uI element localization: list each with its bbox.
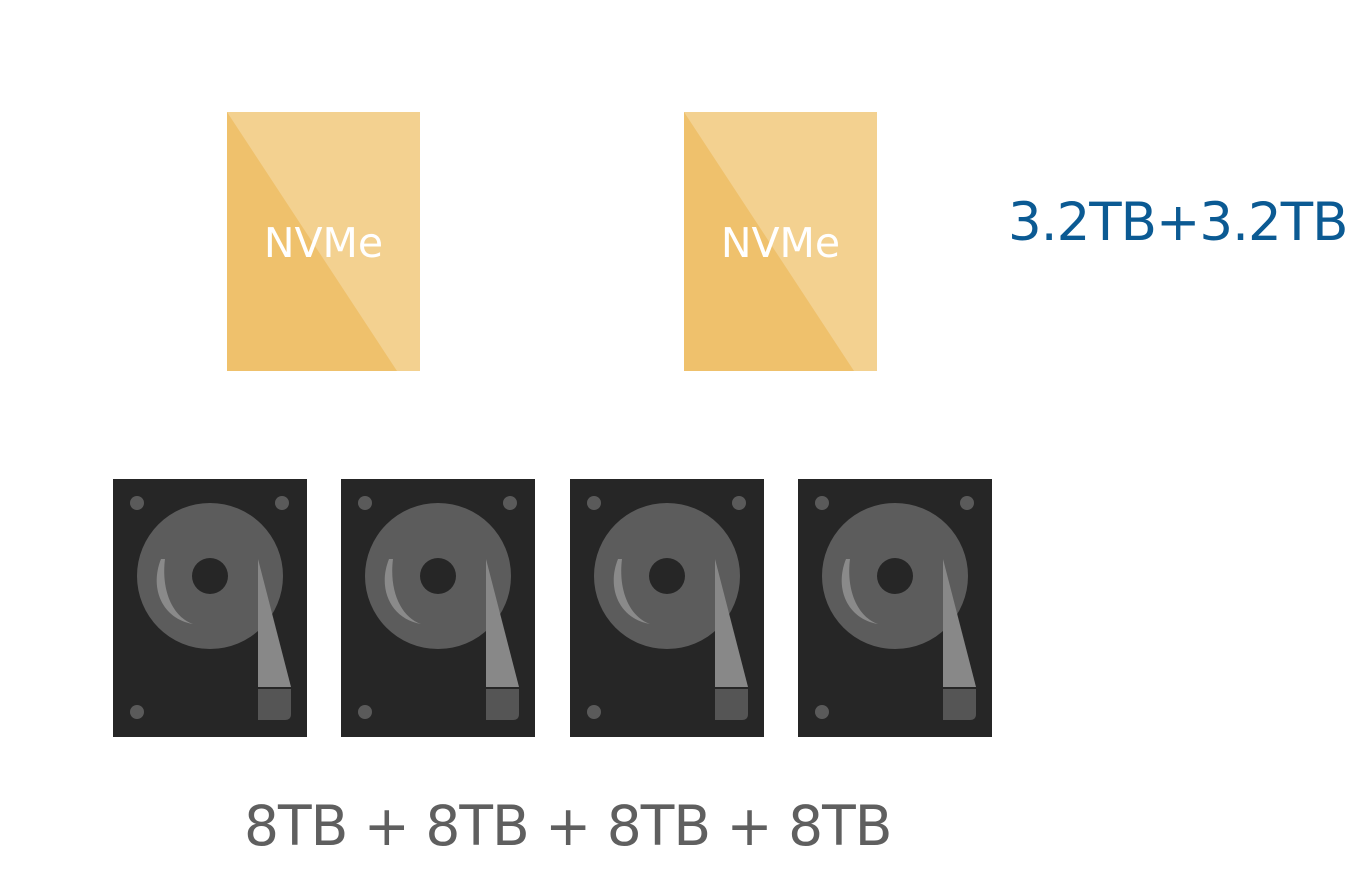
nvme-drive: NVMe: [684, 112, 877, 371]
hard-drive-icon: [113, 479, 307, 737]
hdd-capacity-label: 8TB + 8TB + 8TB + 8TB: [244, 794, 892, 858]
nvme-label: NVMe: [720, 218, 841, 267]
nvme-label: NVMe: [263, 218, 384, 267]
hard-drive-icon: [798, 479, 992, 737]
hard-drive-icon: [341, 479, 535, 737]
ssd-capacity-label: 3.2TB+3.2TB: [1008, 192, 1348, 253]
hard-drive-icon: [570, 479, 764, 737]
nvme-drive: NVMe: [227, 112, 420, 371]
